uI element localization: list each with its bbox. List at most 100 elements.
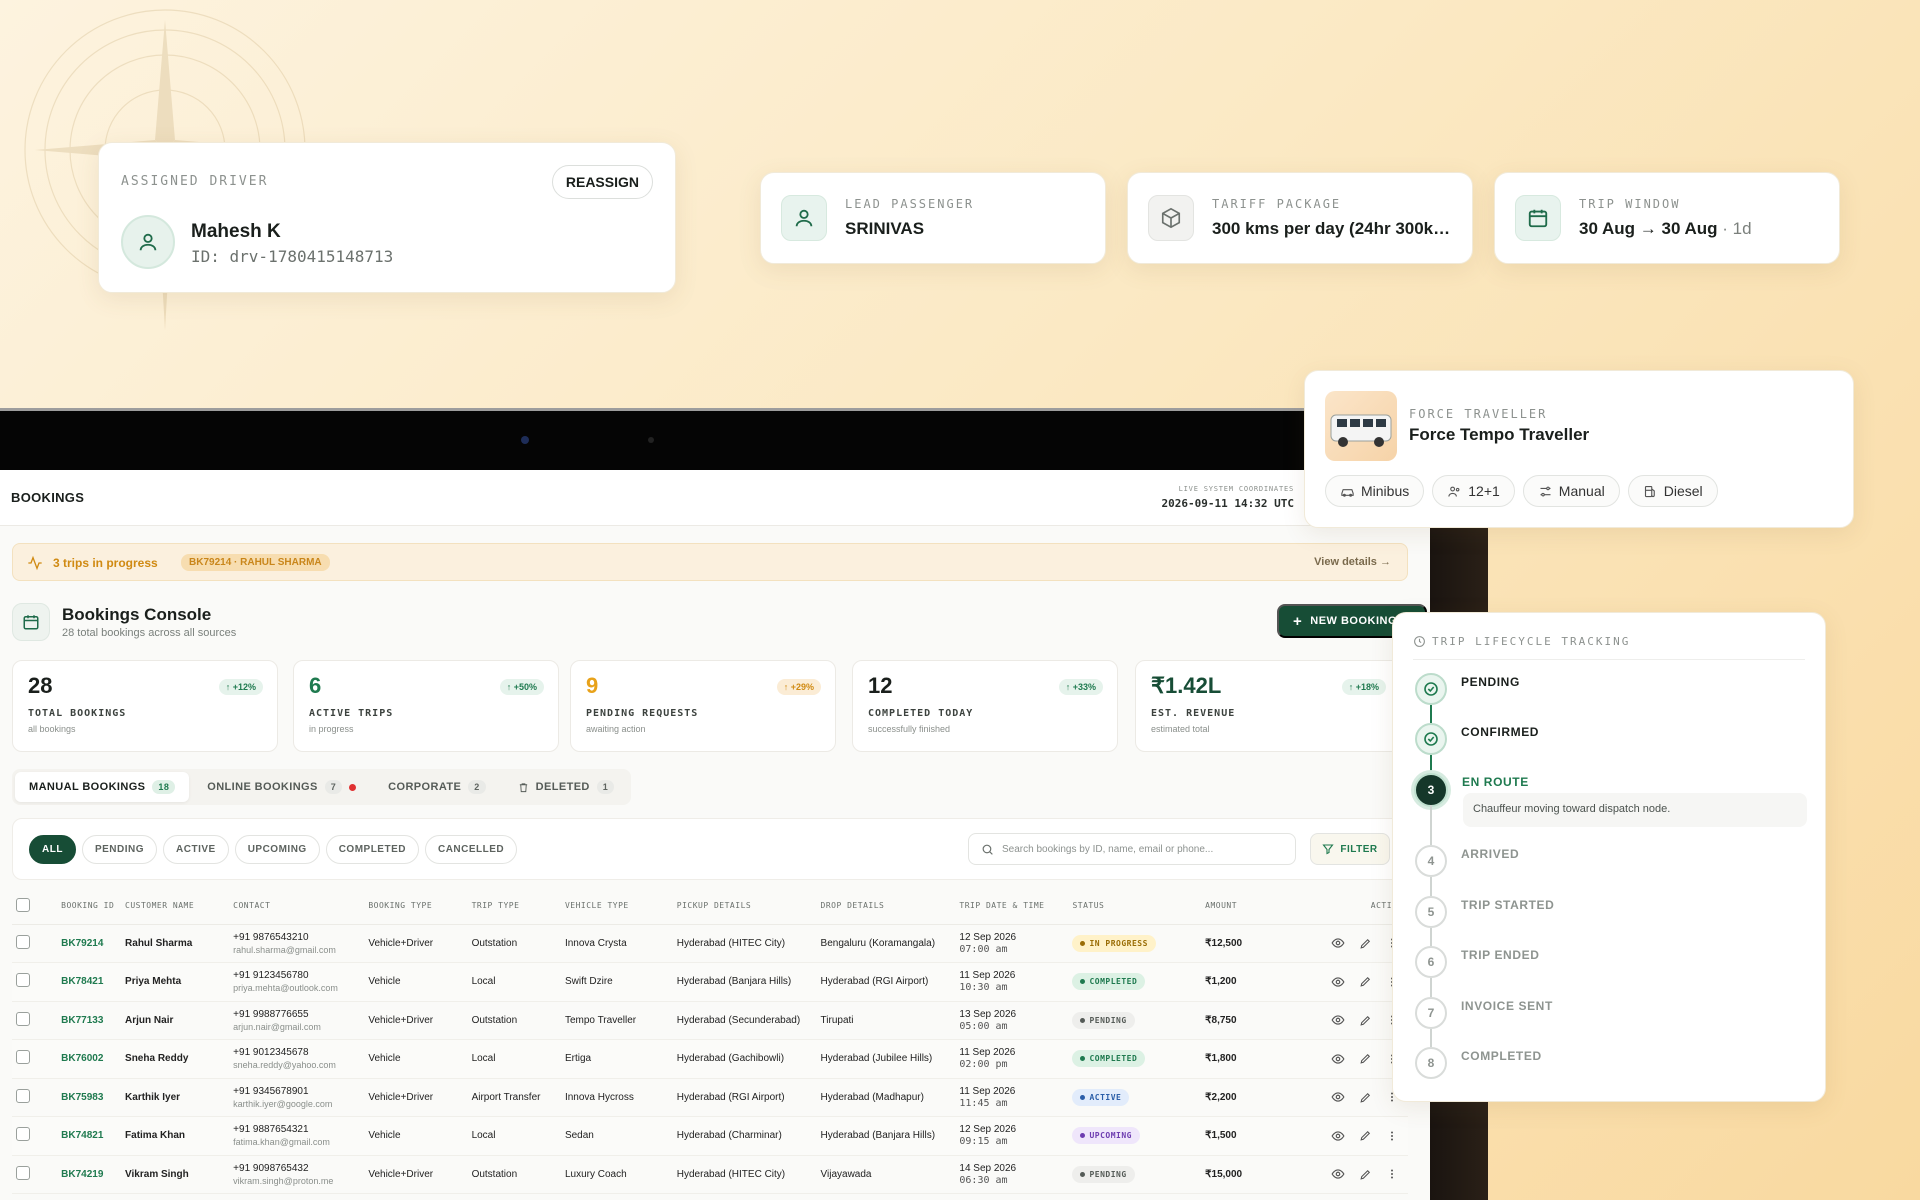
vehicle-name: Force Tempo Traveller <box>1409 425 1590 444</box>
drop-details: Hyderabad (Banjara Hills) <box>820 1116 960 1156</box>
drop-details: Hyderabad (Madhapur) <box>820 1078 960 1117</box>
row-checkbox[interactable] <box>16 1165 30 1180</box>
table-row[interactable]: BK77133 Arjun Nair +91 9988776655 arjun.n… <box>12 1001 1408 1040</box>
trips-alert: 3 trips in progress BK79214 · RAHUL SHAR… <box>12 543 1408 581</box>
trip-time: 06:30 am <box>959 1174 1008 1186</box>
column-header: TRIP DATE & TIME <box>959 888 1073 925</box>
column-header: PICKUP DETAILS <box>676 888 821 925</box>
table-row[interactable]: BK75983 Karthik Iyer +91 9345678901 karth… <box>12 1078 1408 1117</box>
trip-type: Outstation <box>471 1155 565 1194</box>
eye-icon[interactable] <box>1331 1090 1345 1104</box>
booking-type: Vehicle <box>368 1039 472 1079</box>
alert-text: 3 trips in progress <box>53 556 158 570</box>
status-badge: COMPLETED <box>1072 1050 1146 1068</box>
booking-id[interactable]: BK74821 <box>61 1130 103 1141</box>
filter-chip-pending[interactable]: PENDING <box>81 835 158 864</box>
filter-chip-active[interactable]: ACTIVE <box>163 835 229 864</box>
reassign-button[interactable]: REASSIGN <box>551 165 653 199</box>
filter-chip-upcoming[interactable]: UPCOMING <box>234 835 320 864</box>
row-checkbox[interactable] <box>16 1127 30 1142</box>
eye-icon[interactable] <box>1331 1013 1345 1027</box>
booking-id[interactable]: BK77133 <box>61 1015 103 1026</box>
status-badge: PENDING <box>1072 1165 1135 1183</box>
step-node <box>1415 723 1447 755</box>
kpi-label: COMPLETED TODAY <box>868 708 974 719</box>
kpi-label: PENDING REQUESTS <box>586 708 699 719</box>
page-title: BOOKINGS <box>11 490 85 505</box>
trip-lifecycle-card: TRIP LIFECYCLE TRACKING PENDING CONFIRMED… <box>1392 612 1826 1102</box>
table-row[interactable]: BK79214 Rahul Sharma +91 9876543210 rahul… <box>12 924 1408 963</box>
booking-id[interactable]: BK76002 <box>61 1053 103 1064</box>
amount: ₹2,200 <box>1205 1091 1237 1103</box>
contact-email: sneha.reddy@yahoo.com <box>233 1060 336 1071</box>
driver-name: Mahesh K <box>191 221 281 242</box>
edit-icon[interactable] <box>1359 1168 1372 1181</box>
row-checkbox[interactable] <box>16 1088 30 1103</box>
kpi-sub: estimated total <box>1151 724 1210 734</box>
table-row[interactable]: BK78421 Priya Mehta +91 9123456780 priya.… <box>12 962 1408 1002</box>
filter-chip-all[interactable]: ALL <box>29 835 76 864</box>
booking-id[interactable]: BK74219 <box>61 1169 103 1180</box>
vehicle-type: Sedan <box>564 1116 677 1156</box>
view-details-link[interactable]: View details → <box>1314 556 1391 568</box>
tab-corporate[interactable]: CORPORATE 2 <box>374 772 499 802</box>
table-row[interactable]: BK74219 Vikram Singh +91 9098765432 vikra… <box>12 1155 1408 1194</box>
search-box[interactable] <box>968 833 1296 865</box>
status-badge: ACTIVE <box>1072 1088 1130 1106</box>
amount: ₹8,750 <box>1205 1014 1237 1026</box>
eye-icon[interactable] <box>1331 1129 1345 1143</box>
trip-window-card: TRIP WINDOW 30 Aug → 30 Aug · 1d <box>1494 172 1840 264</box>
step-connector <box>1430 805 1432 845</box>
customer-name: Rahul Sharma <box>125 937 193 949</box>
fuel-icon <box>1644 485 1655 497</box>
eye-icon[interactable] <box>1331 1167 1345 1181</box>
edit-icon[interactable] <box>1359 975 1372 988</box>
kpi-card: 12 ↑ +33% COMPLETED TODAY successfully f… <box>852 660 1118 752</box>
step-title: TRIP STARTED <box>1461 898 1555 912</box>
trip-time: 09:15 am <box>959 1136 1008 1148</box>
filter-chip-completed[interactable]: COMPLETED <box>325 835 419 864</box>
kpi-value: 9 <box>586 673 599 698</box>
tab-online-bookings[interactable]: ONLINE BOOKINGS 7 <box>193 772 370 802</box>
gears-icon <box>1540 486 1551 496</box>
driver-avatar <box>121 215 175 269</box>
filter-button[interactable]: FILTER <box>1310 833 1390 865</box>
step-title: PENDING <box>1461 675 1520 689</box>
vehicle-type: Innova Crysta <box>564 924 677 963</box>
more-vertical-icon[interactable] <box>1386 1129 1398 1143</box>
divider <box>1413 659 1805 660</box>
status-badge: IN PROGRESS <box>1072 934 1156 952</box>
filter-chip-cancelled[interactable]: CANCELLED <box>424 835 518 864</box>
booking-id[interactable]: BK75983 <box>61 1092 103 1103</box>
row-checkbox[interactable] <box>16 1011 30 1026</box>
booking-id[interactable]: BK79214 <box>61 938 103 949</box>
info-card-value: 300 kms per day (24hr 300km… <box>1212 219 1462 238</box>
eye-icon[interactable] <box>1331 975 1345 989</box>
search-input[interactable] <box>1002 843 1272 855</box>
row-checkbox[interactable] <box>16 934 30 949</box>
tab-deleted[interactable]: DELETED 1 <box>504 772 629 802</box>
edit-icon[interactable] <box>1359 937 1372 950</box>
booking-id[interactable]: BK78421 <box>61 976 103 987</box>
booking-type: Vehicle+Driver <box>368 1155 472 1194</box>
table-row[interactable]: BK76002 Sneha Reddy +91 9012345678 sneha.… <box>12 1039 1408 1079</box>
contact-phone: +91 9098765432 <box>233 1162 309 1174</box>
edit-icon[interactable] <box>1359 1091 1372 1104</box>
tab-manual-bookings[interactable]: MANUAL BOOKINGS 18 <box>15 772 190 802</box>
row-checkbox[interactable] <box>16 1050 30 1065</box>
edit-icon[interactable] <box>1359 1129 1372 1142</box>
car-icon <box>1341 488 1354 497</box>
row-checkbox[interactable] <box>16 973 30 988</box>
eye-icon[interactable] <box>1331 936 1345 950</box>
more-vertical-icon[interactable] <box>1386 1167 1398 1181</box>
status-dot <box>1080 1094 1086 1100</box>
step-node: 5 <box>1415 896 1447 928</box>
edit-icon[interactable] <box>1359 1052 1372 1065</box>
kpi-value: ₹1.42L <box>1151 673 1222 698</box>
eye-icon[interactable] <box>1331 1052 1345 1066</box>
table-row[interactable]: BK74821 Fatima Khan +91 9887654321 fatima… <box>12 1116 1408 1156</box>
select-all-checkbox[interactable] <box>16 897 30 912</box>
edit-icon[interactable] <box>1359 1014 1372 1027</box>
step-connector <box>1430 928 1432 946</box>
coord-value: 2026-09-11 14:32 UTC <box>1161 497 1294 510</box>
